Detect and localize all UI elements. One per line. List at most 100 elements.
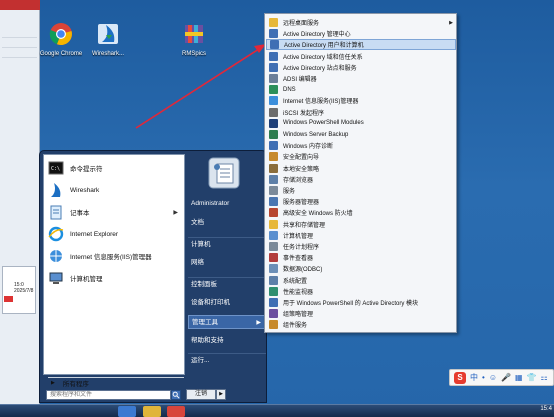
desktop-icon-chrome[interactable]: Google Chrome bbox=[38, 22, 84, 58]
all-programs-button[interactable]: ▶ 所有程序 bbox=[48, 377, 184, 388]
pinned-ie[interactable]: Internet Explorer bbox=[48, 224, 184, 244]
pinned-cmd[interactable]: C:\ 命令提示符 bbox=[48, 158, 184, 178]
pinned-label: 记事本 bbox=[70, 210, 90, 217]
submenu-item[interactable]: Active Directory 用户和计算机 bbox=[266, 39, 456, 51]
submenu-item[interactable]: 服务 bbox=[266, 185, 456, 196]
desktop-icon-wireshark[interactable]: Wireshark... bbox=[85, 22, 131, 58]
search-input[interactable] bbox=[46, 390, 171, 400]
user-picture[interactable] bbox=[208, 157, 240, 189]
notepad-icon bbox=[50, 205, 62, 220]
submenu-item-label: 计算机管理 bbox=[283, 233, 314, 240]
submenu-item[interactable]: Active Directory 域和信任关系 bbox=[266, 51, 456, 62]
submenu-item-label: Active Directory 管理中心 bbox=[283, 32, 351, 39]
submenu-item[interactable]: 系统配置 bbox=[266, 275, 456, 286]
submenu-item[interactable]: Active Directory 站点和服务 bbox=[266, 62, 456, 73]
administrative-tools-submenu: 远程桌面服务 ▶ Active Directory 管理中心 Active Direc… bbox=[264, 13, 457, 333]
place-control-panel[interactable]: 控制面板 bbox=[188, 277, 266, 291]
pinned-label: Internet 信息服务(IIS)管理器 bbox=[70, 254, 152, 261]
submenu-item[interactable]: 数据源(ODBC) bbox=[266, 263, 456, 274]
desktop-icon-label: Wireshark... bbox=[91, 51, 124, 57]
place-documents[interactable]: 文档 bbox=[188, 216, 266, 230]
iis-icon bbox=[269, 96, 278, 106]
taskbar-explorer-button[interactable] bbox=[118, 406, 136, 417]
host-thumbnail-text: 15:0 2025/7/8 bbox=[14, 282, 34, 294]
shutdown-options-button[interactable]: ▶ bbox=[216, 389, 226, 400]
place-devices-printers[interactable]: 设备和打印机 bbox=[188, 296, 266, 310]
search-button[interactable] bbox=[171, 390, 181, 400]
adsi-icon bbox=[269, 74, 278, 83]
firewall-icon bbox=[269, 208, 278, 218]
ime-mode-indicator[interactable]: 中 bbox=[470, 372, 478, 383]
submenu-item-label: 服务 bbox=[283, 189, 296, 195]
submenu-item-label: 性能监视器 bbox=[283, 289, 314, 296]
submenu-item[interactable]: 高级安全 Windows 防火墙 bbox=[266, 207, 456, 218]
submenu-item[interactable]: Windows Server Backup bbox=[266, 129, 456, 140]
microphone-icon[interactable]: 🎤 bbox=[501, 373, 511, 382]
place-network[interactable]: 网络 bbox=[188, 256, 266, 270]
pinned-computer-management[interactable]: 计算机管理 bbox=[48, 268, 184, 288]
odbc-icon bbox=[269, 264, 278, 274]
ad-icon bbox=[270, 40, 279, 50]
punctuation-icon[interactable]: • bbox=[482, 373, 485, 382]
submenu-item[interactable]: 本地安全策略 bbox=[266, 163, 456, 174]
emoji-icon[interactable]: ☺ bbox=[489, 373, 497, 382]
place-label: 文档 bbox=[191, 219, 204, 226]
submenu-item[interactable]: Active Directory 管理中心 bbox=[266, 28, 456, 39]
dns-icon bbox=[269, 85, 278, 95]
submenu-item-label: Windows 内存诊断 bbox=[283, 144, 334, 151]
desktop-icon-rmspics[interactable]: RMSpics bbox=[171, 22, 217, 58]
pinned-label: Wireshark bbox=[70, 186, 100, 194]
place-label: Administrator bbox=[191, 200, 230, 207]
place-label: 控制面板 bbox=[191, 281, 217, 288]
place-run[interactable]: 运行... bbox=[188, 353, 266, 367]
logoff-button[interactable]: 注销 bbox=[186, 389, 216, 400]
place-help-support[interactable]: 帮助和支持 bbox=[188, 334, 266, 348]
taskbar-app-button[interactable] bbox=[167, 406, 185, 417]
start-menu: C:\ 命令提示符 Wireshark 记事本 ▶ Internet Explo… bbox=[39, 150, 267, 403]
pinned-notepad[interactable]: 记事本 ▶ bbox=[48, 202, 184, 222]
submenu-item[interactable]: 安全配置向导 bbox=[266, 151, 456, 162]
pinned-wireshark[interactable]: Wireshark bbox=[48, 180, 184, 200]
submenu-item[interactable]: 服务器管理器 bbox=[266, 196, 456, 207]
place-label: 运行... bbox=[191, 357, 210, 364]
skin-icon[interactable]: 👕 bbox=[527, 373, 537, 382]
submenu-item-label: Windows Server Backup bbox=[283, 131, 349, 138]
submenu-item[interactable]: Internet 信息服务(IIS)管理器 bbox=[266, 95, 456, 106]
submenu-item[interactable]: 共享和存储管理 bbox=[266, 219, 456, 230]
submenu-item[interactable]: 任务计划程序 bbox=[266, 241, 456, 252]
submenu-item[interactable]: Windows 内存诊断 bbox=[266, 140, 456, 151]
place-administrator[interactable]: Administrator bbox=[188, 197, 266, 211]
submenu-item-label: 用于 Windows PowerShell 的 Active Directory… bbox=[283, 301, 419, 307]
iis-icon bbox=[50, 250, 62, 262]
keyboard-icon[interactable]: ▦ bbox=[515, 373, 523, 382]
chevron-right-icon: ▶ bbox=[449, 19, 453, 26]
submenu-item[interactable]: 用于 Windows PowerShell 的 Active Directory… bbox=[266, 297, 456, 308]
submenu-item-label: iSCSI 发起程序 bbox=[283, 110, 325, 117]
taskbar-folder-button[interactable] bbox=[143, 406, 161, 417]
archive-icon bbox=[185, 25, 203, 43]
submenu-item-label: 安全配置向导 bbox=[283, 155, 320, 162]
submenu-item[interactable]: 性能监视器 bbox=[266, 286, 456, 297]
sogou-logo-icon[interactable]: S bbox=[454, 371, 466, 384]
policy-icon bbox=[269, 163, 278, 173]
submenu-item[interactable]: ADSI 编辑器 bbox=[266, 73, 456, 84]
memory-icon bbox=[269, 141, 278, 151]
submenu-item[interactable]: iSCSI 发起程序 bbox=[266, 107, 456, 118]
submenu-item[interactable]: 组件服务 bbox=[266, 319, 456, 330]
submenu-item[interactable]: 事件查看器 bbox=[266, 252, 456, 263]
toolbox-icon[interactable]: ⚏ bbox=[540, 373, 547, 382]
submenu-item[interactable]: DNS bbox=[266, 84, 456, 95]
place-administrative-tools[interactable]: 管理工具 ▶ bbox=[188, 315, 266, 329]
host-window-strip: 15:0 2025/7/8 bbox=[0, 0, 40, 417]
submenu-item[interactable]: 存储浏览器 bbox=[266, 174, 456, 185]
submenu-item[interactable]: 计算机管理 bbox=[266, 230, 456, 241]
submenu-item[interactable]: 组策略管理 bbox=[266, 308, 456, 319]
task-icon bbox=[269, 242, 278, 251]
submenu-item[interactable]: 远程桌面服务 ▶ bbox=[266, 17, 456, 28]
wireshark-icon bbox=[51, 183, 61, 197]
place-computer[interactable]: 计算机 bbox=[188, 237, 266, 251]
submenu-item-label: Active Directory 用户和计算机 bbox=[284, 43, 364, 50]
submenu-item[interactable]: Windows PowerShell Modules bbox=[266, 118, 456, 129]
submenu-item-label: 系统配置 bbox=[283, 278, 308, 285]
pinned-iis[interactable]: Internet 信息服务(IIS)管理器 bbox=[48, 246, 184, 266]
